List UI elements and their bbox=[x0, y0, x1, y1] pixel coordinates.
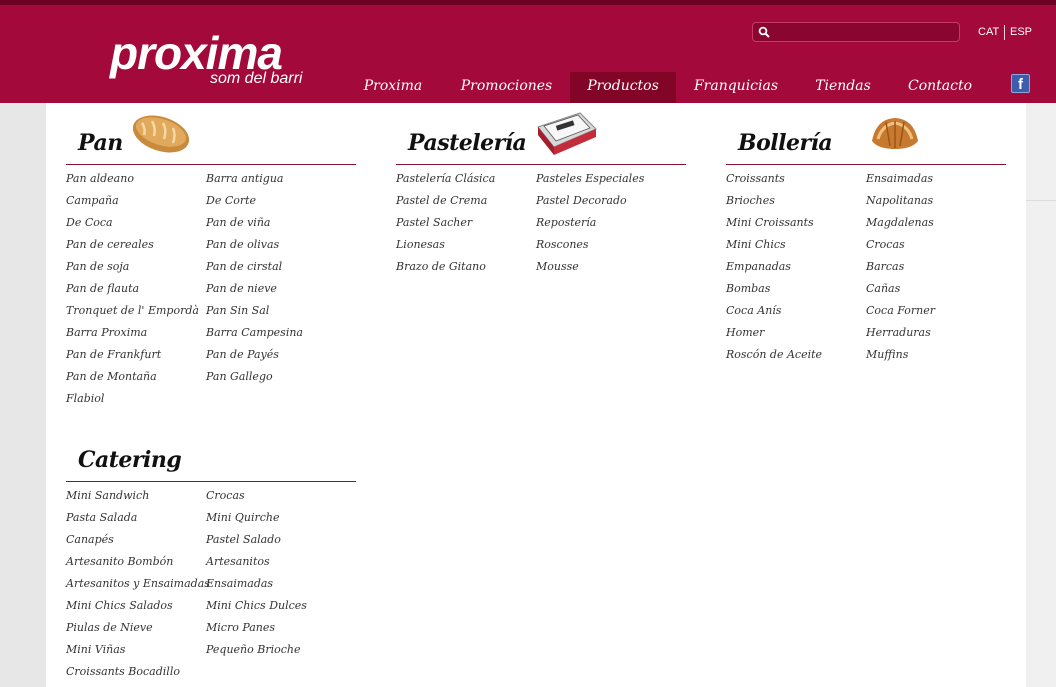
section-rule-bolleria bbox=[726, 164, 1006, 165]
product-link-bolleria[interactable]: Homer bbox=[726, 326, 764, 340]
product-link-pan[interactable]: Pan de cereales bbox=[66, 238, 154, 252]
site-header: proxima som del barri CAT ESP Proxima Pr… bbox=[0, 0, 1056, 103]
product-link-bolleria[interactable]: Brioches bbox=[726, 194, 775, 208]
nav-item-promociones[interactable]: Promociones bbox=[444, 72, 569, 103]
product-link-pasteleria[interactable]: Pastel Decorado bbox=[536, 194, 627, 208]
product-link-pan[interactable]: De Corte bbox=[206, 194, 256, 208]
product-link-catering[interactable]: Pasta Salada bbox=[66, 511, 137, 525]
section-rule-pasteleria bbox=[396, 164, 686, 165]
product-link-bolleria[interactable]: Crocas bbox=[866, 238, 905, 252]
product-link-pasteleria[interactable]: Mousse bbox=[536, 260, 579, 274]
product-link-bolleria[interactable]: Barcas bbox=[866, 260, 904, 274]
section-title-pan[interactable]: Pan bbox=[78, 130, 123, 156]
section-title-bolleria[interactable]: Bollería bbox=[738, 130, 833, 156]
product-link-pan[interactable]: Pan de Frankfurt bbox=[66, 348, 161, 362]
product-link-bolleria[interactable]: Ensaimadas bbox=[866, 172, 933, 186]
product-link-catering[interactable]: Micro Panes bbox=[206, 621, 275, 635]
nav-item-tiendas[interactable]: Tiendas bbox=[801, 72, 885, 103]
product-link-catering[interactable]: Piulas de Nieve bbox=[66, 621, 153, 635]
section-rule-catering bbox=[66, 481, 356, 482]
product-link-pan[interactable]: Campaña bbox=[66, 194, 119, 208]
product-link-catering[interactable]: Mini Quirche bbox=[206, 511, 280, 525]
product-link-pan[interactable]: Pan Sin Sal bbox=[206, 304, 269, 318]
product-link-bolleria[interactable]: Roscón de Aceite bbox=[726, 348, 822, 362]
product-link-pasteleria[interactable]: Brazo de Gitano bbox=[396, 260, 486, 274]
product-link-catering[interactable]: Ensaimadas bbox=[206, 577, 273, 591]
product-link-bolleria[interactable]: Empanadas bbox=[726, 260, 791, 274]
product-link-pan[interactable]: De Coca bbox=[66, 216, 113, 230]
search-box[interactable] bbox=[752, 22, 960, 42]
product-link-pan[interactable]: Pan de nieve bbox=[206, 282, 277, 296]
product-link-pan[interactable]: Pan de Montaña bbox=[66, 370, 157, 384]
product-link-bolleria[interactable]: Mini Chics bbox=[726, 238, 786, 252]
croissant-icon bbox=[872, 118, 918, 149]
product-link-pasteleria[interactable]: Repostería bbox=[536, 216, 596, 230]
product-link-pan[interactable]: Barra antigua bbox=[206, 172, 283, 186]
product-link-catering[interactable]: Mini Chics Dulces bbox=[206, 599, 307, 613]
product-link-bolleria[interactable]: Napolitanas bbox=[866, 194, 933, 208]
product-link-catering[interactable]: Pastel Salado bbox=[206, 533, 281, 547]
language-separator bbox=[1004, 25, 1005, 40]
page-background-right bbox=[1026, 103, 1056, 687]
product-link-pasteleria[interactable]: Pastel de Crema bbox=[396, 194, 487, 208]
product-link-pasteleria[interactable]: Pasteles Especiales bbox=[536, 172, 644, 186]
nav-item-productos[interactable]: Productos bbox=[570, 72, 676, 103]
product-link-pan[interactable]: Tronquet de l' Empordà bbox=[66, 304, 199, 318]
language-esp-link[interactable]: ESP bbox=[1010, 26, 1032, 39]
product-link-bolleria[interactable]: Croissants bbox=[726, 172, 785, 186]
section-title-catering[interactable]: Catering bbox=[78, 447, 182, 473]
products-dropdown-panel: Pan Pan aldeano Campaña De Coca Pan de cere… bbox=[46, 103, 1026, 687]
product-link-catering[interactable]: Canapés bbox=[66, 533, 114, 547]
product-link-catering[interactable]: Crocas bbox=[206, 489, 245, 503]
nav-item-franquicias[interactable]: Franquicias bbox=[685, 72, 787, 103]
product-link-pan[interactable]: Pan de soja bbox=[66, 260, 129, 274]
product-link-catering[interactable]: Mini Sandwich bbox=[66, 489, 149, 503]
section-rule-pan bbox=[66, 164, 356, 165]
language-cat-link[interactable]: CAT bbox=[978, 26, 999, 39]
background-divider bbox=[1026, 200, 1056, 201]
product-link-bolleria[interactable]: Mini Croissants bbox=[726, 216, 814, 230]
product-link-catering[interactable]: Artesanitos bbox=[206, 555, 270, 569]
product-link-catering[interactable]: Mini Chics Salados bbox=[66, 599, 173, 613]
product-link-bolleria[interactable]: Bombas bbox=[726, 282, 770, 296]
product-link-pan[interactable]: Barra Campesina bbox=[206, 326, 303, 340]
product-link-pan[interactable]: Flabiol bbox=[66, 392, 104, 406]
site-logo[interactable]: proxima som del barri bbox=[110, 30, 320, 94]
product-link-catering[interactable]: Pequeño Brioche bbox=[206, 643, 301, 657]
facebook-glyph: f bbox=[1018, 76, 1023, 93]
product-link-catering[interactable]: Mini Viñas bbox=[66, 643, 125, 657]
product-link-pan[interactable]: Pan de olivas bbox=[206, 238, 279, 252]
product-link-pan[interactable]: Pan de cirstal bbox=[206, 260, 282, 274]
product-link-catering[interactable]: Croissants Bocadillo bbox=[66, 665, 180, 679]
product-link-pan[interactable]: Barra Proxima bbox=[66, 326, 147, 340]
product-link-pan[interactable]: Pan Gallego bbox=[206, 370, 273, 384]
facebook-icon[interactable]: f bbox=[1011, 74, 1030, 93]
product-link-pasteleria[interactable]: Pastel Sacher bbox=[396, 216, 472, 230]
section-title-pasteleria[interactable]: Pastelería bbox=[408, 130, 527, 156]
nav-item-proxima[interactable]: Proxima bbox=[343, 72, 443, 103]
product-link-pasteleria[interactable]: Pastelería Clásica bbox=[396, 172, 495, 186]
nav-item-contacto[interactable]: Contacto bbox=[900, 72, 980, 103]
bread-loaf-icon bbox=[132, 115, 190, 153]
product-link-bolleria[interactable]: Muffins bbox=[866, 348, 908, 362]
product-link-pan[interactable]: Pan aldeano bbox=[66, 172, 134, 186]
search-input[interactable] bbox=[773, 24, 953, 40]
search-icon[interactable] bbox=[758, 26, 770, 38]
product-link-pasteleria[interactable]: Lionesas bbox=[396, 238, 445, 252]
product-link-pan[interactable]: Pan de Payés bbox=[206, 348, 279, 362]
product-link-bolleria[interactable]: Cañas bbox=[866, 282, 900, 296]
product-link-bolleria[interactable]: Coca Forner bbox=[866, 304, 935, 318]
product-link-pan[interactable]: Pan de flauta bbox=[66, 282, 139, 296]
product-link-catering[interactable]: Artesanitos y Ensaimadas bbox=[66, 577, 210, 591]
product-link-pasteleria[interactable]: Roscones bbox=[536, 238, 589, 252]
product-link-bolleria[interactable]: Magdalenas bbox=[866, 216, 934, 230]
cake-box-icon bbox=[537, 112, 597, 155]
product-link-catering[interactable]: Artesanito Bombón bbox=[66, 555, 173, 569]
product-link-pan[interactable]: Pan de viña bbox=[206, 216, 270, 230]
header-top-stripe bbox=[0, 0, 1056, 5]
product-link-bolleria[interactable]: Herraduras bbox=[866, 326, 931, 340]
product-link-bolleria[interactable]: Coca Anís bbox=[726, 304, 781, 318]
logo-tagline: som del barri bbox=[210, 70, 303, 87]
